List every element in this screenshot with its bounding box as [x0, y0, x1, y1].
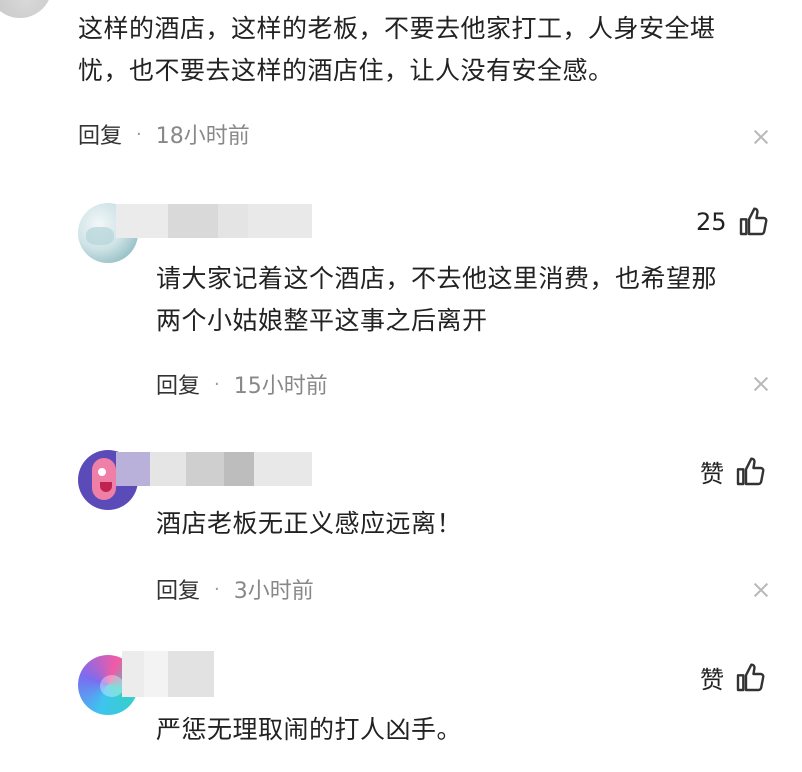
close-icon[interactable]	[752, 128, 770, 146]
reply-button[interactable]: 回复	[156, 573, 200, 605]
comment-time: 18小时前	[155, 124, 250, 149]
avatar-detail	[92, 458, 116, 500]
comment-2-text: 请大家记着这个酒店，不去他这里消费，也希望那 两个小姑娘整平这事之后离开	[156, 258, 717, 342]
reply-button[interactable]: 回复	[78, 118, 122, 150]
close-icon[interactable]	[752, 375, 770, 393]
comment-1-line-2: 忧，也不要去这样的酒店住，让人没有安全感。	[78, 56, 614, 85]
like-label: 赞	[700, 666, 724, 694]
username-blurred[interactable]	[116, 204, 312, 238]
comment-3-meta: 回复 · 3小时前	[156, 573, 314, 605]
comment-1-text: 这样的酒店，这样的老板，不要去他家打工，人身安全堪 忧，也不要去这样的酒店住，让…	[78, 8, 716, 92]
avatar-detail	[100, 675, 124, 697]
comment-time: 15小时前	[233, 374, 328, 399]
comment-4-line-1: 严惩无理取闹的打人凶手。	[156, 715, 463, 744]
comment-2-line-1: 请大家记着这个酒店，不去他这里消费，也希望那	[156, 264, 718, 293]
comment-3-text: 酒店老板无正义感应远离！	[156, 503, 462, 545]
reply-button[interactable]: 回复	[156, 368, 200, 400]
comment-2-meta: 回复 · 15小时前	[156, 368, 328, 400]
thumbs-up-icon	[736, 662, 765, 691]
comment-3-line-1: 酒店老板无正义感应远离！	[156, 509, 463, 538]
like-count: 25	[696, 208, 727, 236]
comment-2-line-2: 两个小姑娘整平这事之后离开	[156, 306, 488, 335]
comment-time: 3小时前	[233, 579, 314, 604]
close-icon[interactable]	[752, 581, 770, 599]
avatar-eye	[98, 468, 106, 476]
comment-1-meta: 回复 · 18小时前	[78, 118, 250, 150]
separator-dot: ·	[214, 373, 220, 395]
like-button[interactable]: 赞	[700, 660, 766, 695]
like-button[interactable]: 赞	[700, 454, 766, 489]
separator-dot: ·	[136, 123, 142, 145]
thumbs-up-icon	[736, 456, 765, 485]
avatar-top-partial	[0, 0, 52, 18]
username-blurred[interactable]	[122, 651, 214, 697]
comment-1-line-1: 这样的酒店，这样的老板，不要去他家打工，人身安全堪	[78, 14, 716, 43]
thumbs-up-icon	[739, 207, 767, 236]
avatar-detail	[86, 227, 114, 245]
like-button[interactable]: 25	[696, 206, 769, 238]
username-blurred[interactable]	[116, 452, 312, 486]
comment-4-text: 严惩无理取闹的打人凶手。	[156, 709, 462, 751]
separator-dot: ·	[214, 578, 220, 600]
like-label: 赞	[700, 460, 724, 488]
